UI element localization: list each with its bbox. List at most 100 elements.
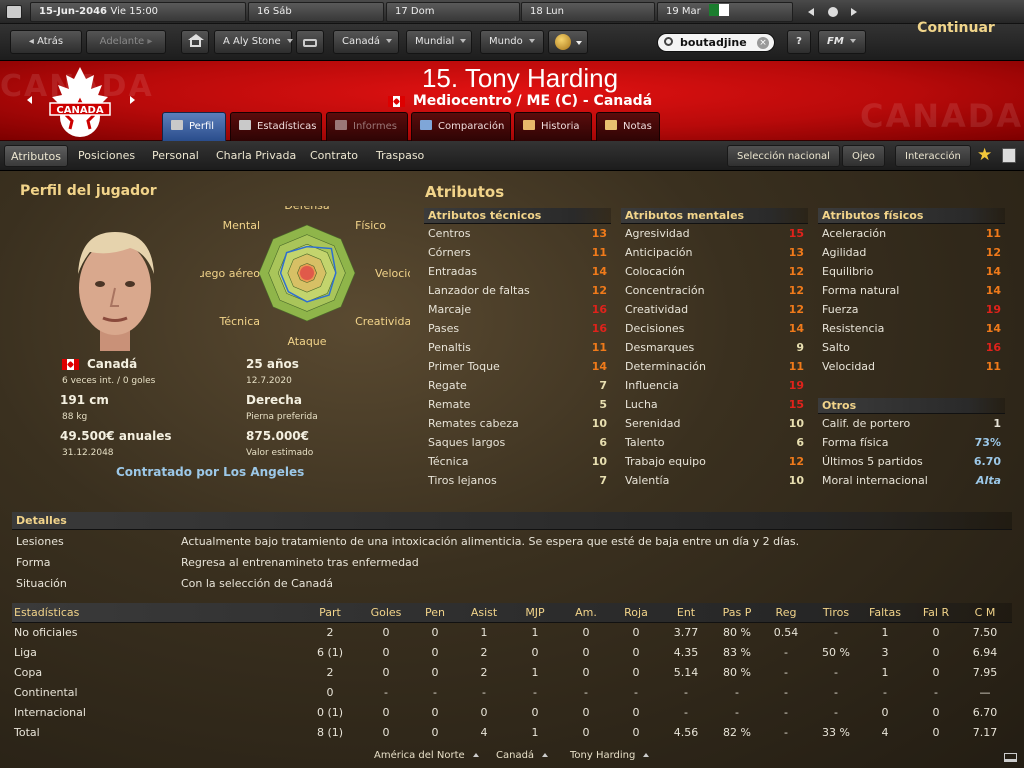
- calendar-icon[interactable]: [6, 5, 22, 19]
- stats-cell: 0: [932, 626, 940, 639]
- next-day-icon[interactable]: [851, 8, 857, 16]
- stats-column-header[interactable]: Roja: [614, 603, 658, 623]
- calendar-day-17[interactable]: 17 Dom: [386, 2, 520, 22]
- continue-button[interactable]: Continuar: [888, 8, 1024, 48]
- tab-perfil[interactable]: Perfil: [162, 112, 226, 141]
- player-height: 191 cm: [60, 393, 109, 407]
- stats-cell: 2: [480, 646, 488, 659]
- stats-cell: 50 %: [822, 646, 850, 659]
- tab-informes[interactable]: Informes: [326, 112, 408, 141]
- subnav-charla-privada[interactable]: Charla Privada: [210, 145, 302, 167]
- help-button[interactable]: ?: [787, 30, 811, 54]
- attribute-value: 19: [985, 303, 1001, 316]
- next-player-icon[interactable]: [130, 96, 135, 104]
- forward-button[interactable]: Adelante ▸: [86, 30, 166, 54]
- home-button[interactable]: [181, 30, 209, 54]
- stats-column-header[interactable]: Fal R: [914, 603, 958, 623]
- stats-column-header[interactable]: Part: [308, 603, 352, 623]
- national-selection-button[interactable]: Selección nacional: [727, 145, 840, 167]
- stats-cell: 0: [632, 626, 640, 639]
- prev-day-icon[interactable]: [808, 8, 814, 16]
- clear-search-icon[interactable]: ×: [757, 37, 769, 49]
- attribute-name: Remate: [428, 398, 471, 411]
- breadcrumb-country[interactable]: Canadá: [496, 750, 549, 761]
- attribute-row: Fuerza 19: [818, 300, 1005, 319]
- stats-column-header[interactable]: Pen: [413, 603, 457, 623]
- today-dot-icon[interactable]: [828, 7, 838, 17]
- subnav-posiciones[interactable]: Posiciones: [72, 145, 141, 167]
- attribute-name: Tiros lejanos: [428, 474, 497, 487]
- search-input[interactable]: boutadjine: [680, 34, 747, 52]
- stats-cell: -: [784, 646, 788, 659]
- radar-center: [300, 266, 314, 280]
- chevron-up-icon: [472, 753, 479, 757]
- attribute-row: Moral internacional Alta: [818, 471, 1005, 490]
- prev-player-icon[interactable]: [27, 96, 32, 104]
- stats-column-header[interactable]: C M: [963, 603, 1007, 623]
- signed-by-link[interactable]: Contratado por Los Angeles: [116, 465, 304, 479]
- stats-column-header[interactable]: Pas P: [712, 603, 762, 623]
- search-box[interactable]: boutadjine ×: [657, 33, 775, 52]
- stats-cell: -: [684, 686, 688, 699]
- notes-icon: [605, 120, 617, 130]
- stats-cell: -: [784, 686, 788, 699]
- breadcrumb-region[interactable]: América del Norte: [374, 750, 479, 761]
- subnav-contrato[interactable]: Contrato: [304, 145, 364, 167]
- notes-page-icon[interactable]: [1002, 148, 1016, 163]
- stats-cell: 0: [531, 706, 539, 719]
- current-date[interactable]: 15-Jun-2046 Vie 15:00: [30, 2, 246, 22]
- other-attributes: Otros Calif. de portero 1 Forma física 73% Ú…: [818, 398, 1005, 490]
- breadcrumb-player[interactable]: Tony Harding: [570, 750, 650, 761]
- world-dropdown[interactable]: Mundo: [480, 30, 544, 54]
- stats-column-header[interactable]: Reg: [764, 603, 808, 623]
- attribute-row: Remates cabeza 10: [424, 414, 611, 433]
- stats-cell: 0: [582, 666, 590, 679]
- attribute-name: Equilibrio: [822, 265, 874, 278]
- attribute-name: Creatividad: [625, 303, 689, 316]
- tab-estadisticas[interactable]: Estadísticas: [230, 112, 322, 141]
- navigation-bar: ◂ Atrás Adelante ▸ A Aly Stone Canadá Mu…: [0, 24, 1024, 61]
- attribute-value: 16: [591, 303, 607, 316]
- stats-column-header[interactable]: Asist: [462, 603, 506, 623]
- attribute-name: Córners: [428, 246, 471, 259]
- calendar-day-16[interactable]: 16 Sáb: [248, 2, 384, 22]
- globe-dropdown[interactable]: [548, 30, 588, 54]
- attribute-row: Agilidad 12: [818, 243, 1005, 262]
- stats-cell: 0.54: [773, 626, 799, 639]
- subnav-personal[interactable]: Personal: [146, 145, 205, 167]
- interaction-button[interactable]: Interacción: [895, 145, 971, 167]
- tab-notas[interactable]: Notas: [596, 112, 660, 141]
- attribute-name: Concentración: [625, 284, 705, 297]
- scout-button[interactable]: Ojeo: [842, 145, 885, 167]
- stats-column-header[interactable]: MJP: [513, 603, 557, 623]
- stats-column-header[interactable]: Tiros: [812, 603, 860, 623]
- attributes-title: Atributos: [425, 183, 505, 201]
- calendar-day-18[interactable]: 18 Lun: [521, 2, 655, 22]
- screen-icon[interactable]: [1004, 753, 1017, 762]
- back-button[interactable]: ◂ Atrás: [10, 30, 82, 54]
- subnav-traspaso[interactable]: Traspaso: [370, 145, 430, 167]
- fm-menu-button[interactable]: FM: [818, 30, 866, 54]
- country-dropdown[interactable]: Canadá: [333, 30, 399, 54]
- detail-row-situacion: Situación Con la selección de Canadá: [16, 577, 333, 590]
- stats-column-header[interactable]: Ent: [662, 603, 710, 623]
- manager-dropdown[interactable]: A Aly Stone: [214, 30, 293, 54]
- competition-dropdown[interactable]: Mundial: [406, 30, 472, 54]
- subnav-atributos[interactable]: Atributos: [4, 145, 68, 167]
- tab-comparacion[interactable]: Comparación: [411, 112, 511, 141]
- calendar-day-19[interactable]: 19 Mar: [657, 2, 793, 22]
- attribute-value: 9: [796, 341, 804, 354]
- tab-historia[interactable]: Historia: [514, 112, 592, 141]
- stats-cell: -: [735, 706, 739, 719]
- star-icon[interactable]: ★: [977, 146, 992, 164]
- stats-column-header[interactable]: Faltas: [863, 603, 907, 623]
- stats-column-header[interactable]: Goles: [364, 603, 408, 623]
- inbox-button[interactable]: [296, 30, 324, 54]
- stats-cell: 80 %: [723, 666, 751, 679]
- nationality: Canadá: [62, 357, 137, 371]
- attribute-name: Moral internacional: [822, 474, 928, 487]
- stats-cell: 4.35: [673, 646, 699, 659]
- stats-header-row: Estadísticas Part Goles Pen Asist MJP Am. Roja E…: [12, 603, 1012, 623]
- stats-column-header[interactable]: Am.: [564, 603, 608, 623]
- stats-cell: 0: [382, 646, 390, 659]
